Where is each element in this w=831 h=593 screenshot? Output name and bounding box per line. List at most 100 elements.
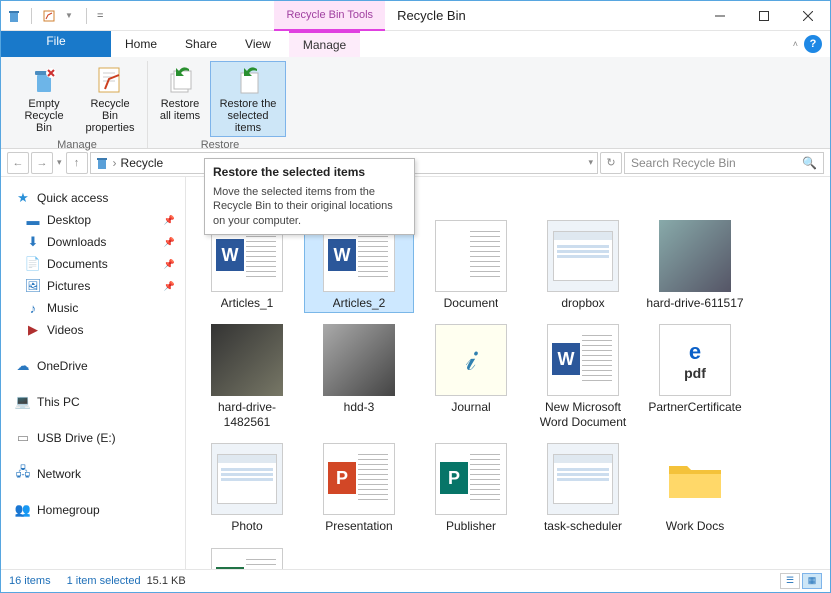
file-name: hard-drive-1482561 bbox=[195, 400, 299, 429]
file-item[interactable]: hard-drive-611517 bbox=[640, 217, 750, 313]
tooltip: Restore the selected items Move the sele… bbox=[204, 158, 415, 235]
file-item[interactable]: epdfPartnerCertificate bbox=[640, 321, 750, 432]
nav-label: Desktop bbox=[47, 213, 91, 227]
nav-music[interactable]: ♪Music bbox=[1, 297, 185, 319]
search-box[interactable]: Search Recycle Bin 🔍 bbox=[624, 152, 824, 174]
restore-selected-button[interactable]: Restore the selected items bbox=[210, 61, 286, 137]
nav-desktop[interactable]: ▬ Desktop bbox=[1, 209, 185, 231]
documents-icon: 📄 bbox=[25, 256, 41, 272]
ribbon: Empty Recycle Bin Recycle Bin properties… bbox=[1, 57, 830, 149]
file-item[interactable]: XWorksheet bbox=[192, 545, 302, 569]
nav-usb[interactable]: ▭USB Drive (E:) bbox=[1, 427, 185, 449]
breadcrumb-separator[interactable]: › bbox=[113, 156, 117, 170]
restore-all-button[interactable]: Restore all items bbox=[154, 61, 206, 137]
minimize-button[interactable] bbox=[698, 1, 742, 31]
status-selected: 1 item selected bbox=[67, 575, 141, 587]
file-item[interactable]: hard-drive-1482561 bbox=[192, 321, 302, 432]
file-item[interactable]: Work Docs bbox=[640, 440, 750, 536]
ribbon-collapse-icon[interactable]: ˄ bbox=[793, 39, 798, 49]
restore-selected-icon bbox=[232, 64, 264, 96]
recycle-bin-properties-button[interactable]: Recycle Bin properties bbox=[79, 61, 141, 137]
nav-documents[interactable]: 📄 Documents bbox=[1, 253, 185, 275]
ribbon-group-restore: Restore all items Restore the selected i… bbox=[148, 61, 292, 148]
file-item[interactable]: WNew Microsoft Word Document bbox=[528, 321, 638, 432]
maximize-button[interactable] bbox=[742, 1, 786, 31]
file-name: Articles_1 bbox=[221, 296, 274, 310]
homegroup-icon: 👥 bbox=[15, 502, 31, 518]
file-name: Presentation bbox=[325, 519, 392, 533]
file-name: Work Docs bbox=[666, 519, 724, 533]
tab-share[interactable]: Share bbox=[171, 31, 231, 57]
nav-homegroup[interactable]: 👥 Homegroup bbox=[1, 499, 185, 521]
status-size: 15.1 KB bbox=[147, 575, 186, 587]
file-list[interactable]: WArticles_1WArticles_2Documentdropboxhar… bbox=[186, 177, 830, 569]
nav-pictures[interactable]: 🖼Pictures bbox=[1, 275, 185, 297]
usb-icon: ▭ bbox=[15, 430, 31, 446]
qat-dropdown-icon[interactable]: ▼ bbox=[62, 9, 76, 23]
recycle-bin-icon bbox=[95, 156, 109, 170]
file-item[interactable]: PPublisher bbox=[416, 440, 526, 536]
up-button[interactable]: ↑ bbox=[66, 152, 88, 174]
forward-button[interactable]: → bbox=[31, 152, 53, 174]
file-item[interactable]: PPresentation bbox=[304, 440, 414, 536]
search-placeholder: Search Recycle Bin bbox=[631, 156, 736, 170]
close-button[interactable] bbox=[786, 1, 830, 31]
downloads-icon: ⬇ bbox=[25, 234, 41, 250]
help-button[interactable]: ? bbox=[804, 35, 822, 53]
icons-view-button[interactable]: ▦ bbox=[802, 573, 822, 589]
history-dropdown[interactable]: ▾ bbox=[55, 157, 64, 168]
status-count: 16 items bbox=[9, 575, 51, 587]
file-name: hard-drive-611517 bbox=[646, 296, 743, 310]
properties-icon bbox=[94, 64, 126, 96]
onedrive-icon: ☁ bbox=[15, 358, 31, 374]
file-item[interactable]: Photo bbox=[192, 440, 302, 536]
address-dropdown-icon[interactable]: ▾ bbox=[588, 157, 593, 168]
tab-file[interactable]: File bbox=[1, 31, 111, 57]
qat-overflow[interactable]: = bbox=[97, 10, 103, 22]
nav-onedrive[interactable]: ☁OneDrive bbox=[1, 355, 185, 377]
music-icon: ♪ bbox=[25, 300, 41, 316]
nav-label: This PC bbox=[37, 395, 80, 409]
network-icon: 🖧 bbox=[15, 466, 31, 482]
address-bar-row: ← → ▾ ↑ › Recycle ▾ ↻ Search Recycle Bin… bbox=[1, 149, 830, 177]
file-name: PartnerCertificate bbox=[648, 400, 741, 414]
nav-label: Documents bbox=[47, 257, 108, 271]
file-item[interactable]: hdd-3 bbox=[304, 321, 414, 432]
nav-videos[interactable]: ▶ Videos bbox=[1, 319, 185, 341]
file-name: Publisher bbox=[446, 519, 496, 533]
file-item[interactable]: task-scheduler bbox=[528, 440, 638, 536]
file-item[interactable]: dropbox bbox=[528, 217, 638, 313]
nav-this-pc[interactable]: 💻This PC bbox=[1, 391, 185, 413]
contextual-tab-label: Recycle Bin Tools bbox=[274, 1, 385, 31]
properties-icon[interactable] bbox=[42, 9, 56, 23]
tooltip-body: Move the selected items from the Recycle… bbox=[213, 185, 406, 228]
file-item[interactable]: 𝒾Journal bbox=[416, 321, 526, 432]
file-name: Journal bbox=[451, 400, 490, 414]
tooltip-title: Restore the selected items bbox=[213, 165, 406, 179]
nav-network[interactable]: 🖧Network bbox=[1, 463, 185, 485]
file-name: hdd-3 bbox=[344, 400, 375, 414]
tab-manage[interactable]: Manage bbox=[289, 31, 360, 57]
nav-label: Pictures bbox=[47, 279, 90, 293]
details-view-button[interactable]: ☰ bbox=[780, 573, 800, 589]
desktop-icon: ▬ bbox=[25, 212, 41, 228]
file-name: Document bbox=[444, 296, 499, 310]
empty-recycle-bin-button[interactable]: Empty Recycle Bin bbox=[13, 61, 75, 137]
tab-home[interactable]: Home bbox=[111, 31, 171, 57]
refresh-button[interactable]: ↻ bbox=[600, 152, 622, 174]
status-bar: 16 items 1 item selected 15.1 KB ☰ ▦ bbox=[1, 569, 830, 591]
star-icon: ★ bbox=[15, 190, 31, 206]
nav-downloads[interactable]: ⬇Downloads bbox=[1, 231, 185, 253]
tab-view[interactable]: View bbox=[231, 31, 285, 57]
nav-label: Videos bbox=[47, 323, 83, 337]
button-label: Empty Recycle Bin bbox=[18, 98, 70, 134]
file-item[interactable]: Document bbox=[416, 217, 526, 313]
button-label: Restore all items bbox=[159, 98, 201, 122]
breadcrumb-item[interactable]: Recycle bbox=[121, 156, 164, 170]
empty-bin-icon bbox=[28, 64, 60, 96]
nav-label: Homegroup bbox=[37, 503, 100, 517]
videos-icon: ▶ bbox=[25, 322, 41, 338]
back-button[interactable]: ← bbox=[7, 152, 29, 174]
nav-quick-access[interactable]: ★Quick access bbox=[1, 187, 185, 209]
file-name: task-scheduler bbox=[544, 519, 622, 533]
